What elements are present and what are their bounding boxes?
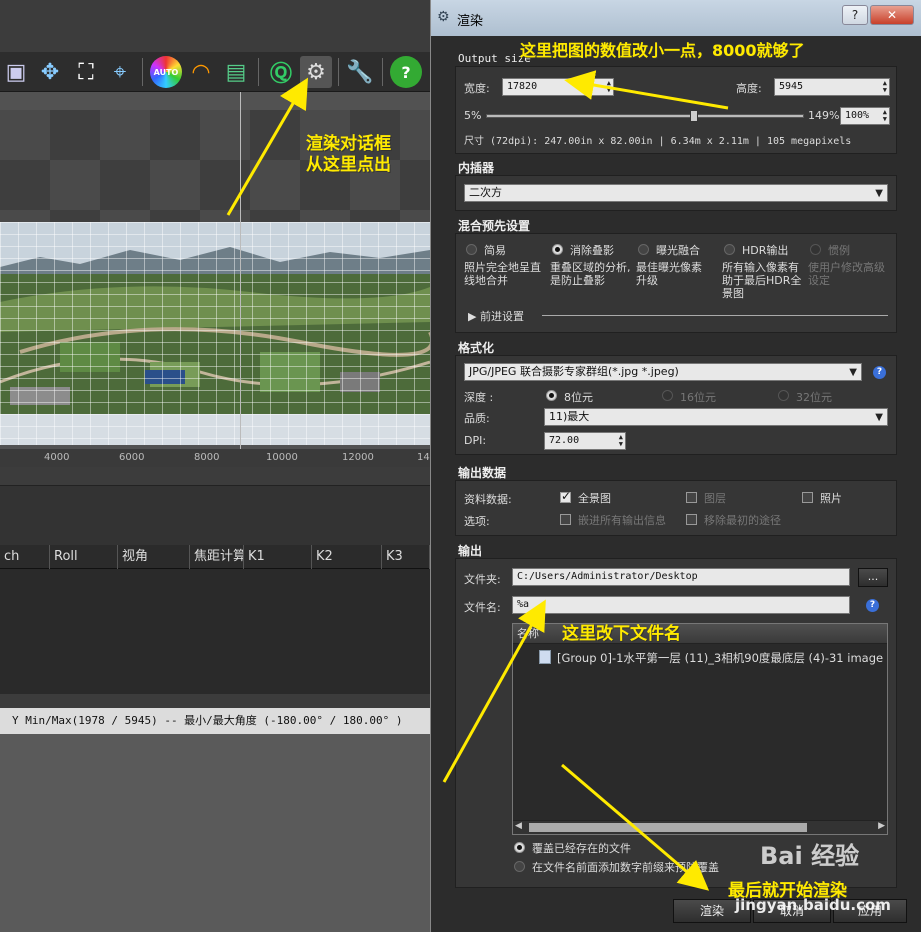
arrow-to-render (561, 763, 710, 891)
watermark-brand: Bai 经验 (760, 842, 860, 870)
watermark-site: jingyan.baidu.com (735, 896, 891, 914)
arrow-to-width (564, 70, 729, 110)
arrow-to-filename (442, 599, 546, 783)
watermark-logo: Bai 经验 (760, 836, 859, 871)
annotation-arrows (226, 70, 729, 891)
arrow-to-gear (226, 77, 309, 216)
